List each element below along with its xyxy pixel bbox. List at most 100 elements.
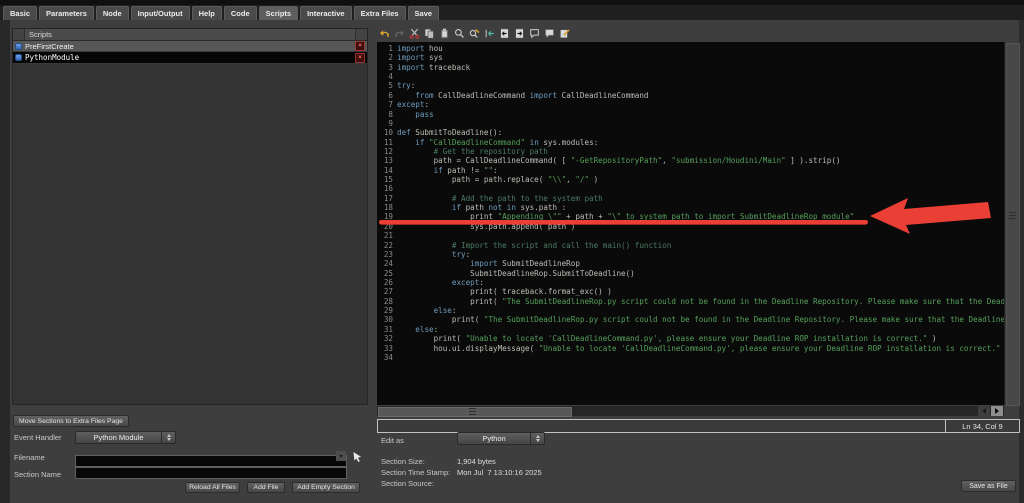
script-icon [15, 43, 22, 50]
script-name: PythonModule [25, 53, 79, 62]
tab-interactive[interactable]: Interactive [300, 6, 352, 20]
code-line-33: 33 hou.ui.displayMessage( "Unable to loc… [377, 344, 1004, 353]
code-line-34: 34 [377, 353, 1004, 362]
code-line-3: 3import traceback [377, 63, 1004, 72]
tab-input-output[interactable]: Input/Output [131, 6, 190, 20]
edit-as-label: Edit as [381, 436, 404, 445]
edit-as-value: Python [458, 433, 530, 444]
tab-save[interactable]: Save [408, 6, 440, 20]
code-line-12: 12 # Get the repository path [377, 147, 1004, 156]
tab-basic[interactable]: Basic [3, 6, 37, 20]
move-sections-button[interactable]: Move Sections to Extra Files Page [13, 415, 129, 427]
script-name: PreFirstCreate [25, 42, 74, 51]
section-timestamp-value: Mon Jul 7 13:10:16 2025 [457, 468, 542, 477]
scripts-rows: PreFirstCreate × PythonModule × [13, 41, 367, 64]
add-file-button[interactable]: Add File [247, 482, 285, 493]
code-line-23: 23 try: [377, 250, 1004, 259]
code-line-11: 11 if "CallDeadlineCommand" in sys.modul… [377, 138, 1004, 147]
zoom-icon[interactable] [453, 27, 465, 39]
filename-input[interactable] [75, 455, 347, 467]
script-row-prefirstcreate[interactable]: PreFirstCreate × [13, 41, 367, 52]
horizontal-scrollbar[interactable] [377, 406, 1004, 416]
code-line-27: 27 print( traceback.format_exc() ) [377, 287, 1004, 296]
reload-all-files-button[interactable]: Reload All Files [185, 482, 240, 493]
code-line-16: 16 [377, 184, 1004, 193]
tab-code[interactable]: Code [224, 6, 257, 20]
tab-extra-files[interactable]: Extra Files [354, 6, 406, 20]
cut-icon[interactable] [408, 27, 420, 39]
add-empty-section-button[interactable]: Add Empty Section [292, 482, 360, 493]
tab-scripts[interactable]: Scripts [259, 6, 298, 20]
code-line-26: 26 except: [377, 278, 1004, 287]
code-line-14: 14 if path != "": [377, 166, 1004, 175]
goto-line-icon[interactable] [483, 27, 495, 39]
filename-field-wrap [75, 450, 347, 462]
horizontal-scrollbar-handle[interactable] [378, 407, 572, 417]
find-replace-icon[interactable] [468, 27, 480, 39]
code-line-7: 7except: [377, 100, 1004, 109]
undo-icon[interactable] [378, 27, 390, 39]
event-handler-label: Event Handler [14, 433, 62, 442]
left-pane-edge [0, 20, 10, 503]
code-line-30: 30 print( "The SubmitDeadlineRop.py scri… [377, 315, 1004, 324]
edit-as-dropdown[interactable]: Python [457, 432, 545, 445]
code-line-29: 29 else: [377, 306, 1004, 315]
delete-script-button[interactable]: × [355, 41, 365, 51]
tab-help[interactable]: Help [192, 6, 222, 20]
scripts-list-header: Scripts [13, 29, 367, 41]
code-line-19: 19 print "Appending \"" + path + "\" to … [377, 212, 1004, 221]
tab-parameters[interactable]: Parameters [39, 6, 94, 20]
code-line-21: 21 [377, 231, 1004, 240]
redo-icon[interactable] [393, 27, 405, 39]
houdini-type-properties-window: BasicParametersNodeInput/OutputHelpCodeS… [0, 0, 1024, 503]
code-line-32: 32 print( "Unable to locate 'CallDeadlin… [377, 334, 1004, 343]
event-handler-spinner[interactable] [161, 432, 175, 443]
code-line-20: 20 sys.path.append( path ) [377, 222, 1004, 231]
editor-toolbar [378, 26, 698, 40]
code-line-5: 5try: [377, 81, 1004, 90]
code-line-2: 2import sys [377, 53, 1004, 62]
event-handler-value: Python Module [76, 432, 161, 443]
code-line-10: 10def SubmitToDeadline(): [377, 128, 1004, 137]
scripts-column-header: Scripts [25, 30, 52, 39]
code-line-17: 17 # Add the path to the system path [377, 194, 1004, 203]
file-browse-icon[interactable] [352, 450, 364, 462]
code-line-4: 4 [377, 72, 1004, 81]
scroll-left-arrow[interactable] [978, 406, 990, 416]
section-name-input[interactable] [75, 467, 347, 479]
code-line-18: 18 if path not in sys.path : [377, 203, 1004, 212]
section-size-label: Section Size: [381, 457, 425, 466]
filename-history-dropdown[interactable] [336, 451, 346, 461]
copy-icon[interactable] [423, 27, 435, 39]
code-line-28: 28 print( "The SubmitDeadlineRop.py scri… [377, 297, 1004, 306]
code-line-8: 8 pass [377, 110, 1004, 119]
section-size-value: 1,904 bytes [457, 457, 496, 466]
edit-as-spinner[interactable] [530, 433, 544, 444]
shift-right-icon[interactable] [513, 27, 525, 39]
code-line-31: 31 else: [377, 325, 1004, 334]
line-column-indicator: Ln 34, Col 9 [945, 420, 1019, 432]
code-editor[interactable]: 1import hou2import sys3import traceback4… [377, 42, 1004, 405]
shift-left-icon[interactable] [498, 27, 510, 39]
section-source-label: Section Source: [381, 479, 434, 488]
external-editor-icon[interactable] [558, 27, 570, 39]
vertical-scrollbar-handle[interactable] [1006, 43, 1020, 406]
script-row-pythonmodule[interactable]: PythonModule × [13, 52, 367, 64]
scripts-list-panel: Scripts PreFirstCreate × PythonModule × [12, 28, 368, 405]
code-line-24: 24 import SubmitDeadlineRop [377, 259, 1004, 268]
delete-script-button[interactable]: × [355, 53, 365, 63]
tab-bar: BasicParametersNodeInput/OutputHelpCodeS… [0, 5, 1024, 20]
script-icon [15, 54, 22, 61]
paste-icon[interactable] [438, 27, 450, 39]
event-handler-dropdown[interactable]: Python Module [75, 431, 176, 444]
vertical-scrollbar[interactable] [1004, 42, 1019, 405]
section-timestamp-label: Section Time Stamp: [381, 468, 450, 477]
header-delete-cell [355, 29, 367, 40]
uncomment-icon[interactable] [543, 27, 555, 39]
save-as-file-button[interactable]: Save as File [961, 480, 1016, 492]
filename-label: Filename [14, 453, 45, 462]
comment-icon[interactable] [528, 27, 540, 39]
tab-node[interactable]: Node [96, 6, 129, 20]
header-icon-cell [13, 29, 25, 40]
scroll-right-arrow[interactable] [991, 406, 1003, 416]
